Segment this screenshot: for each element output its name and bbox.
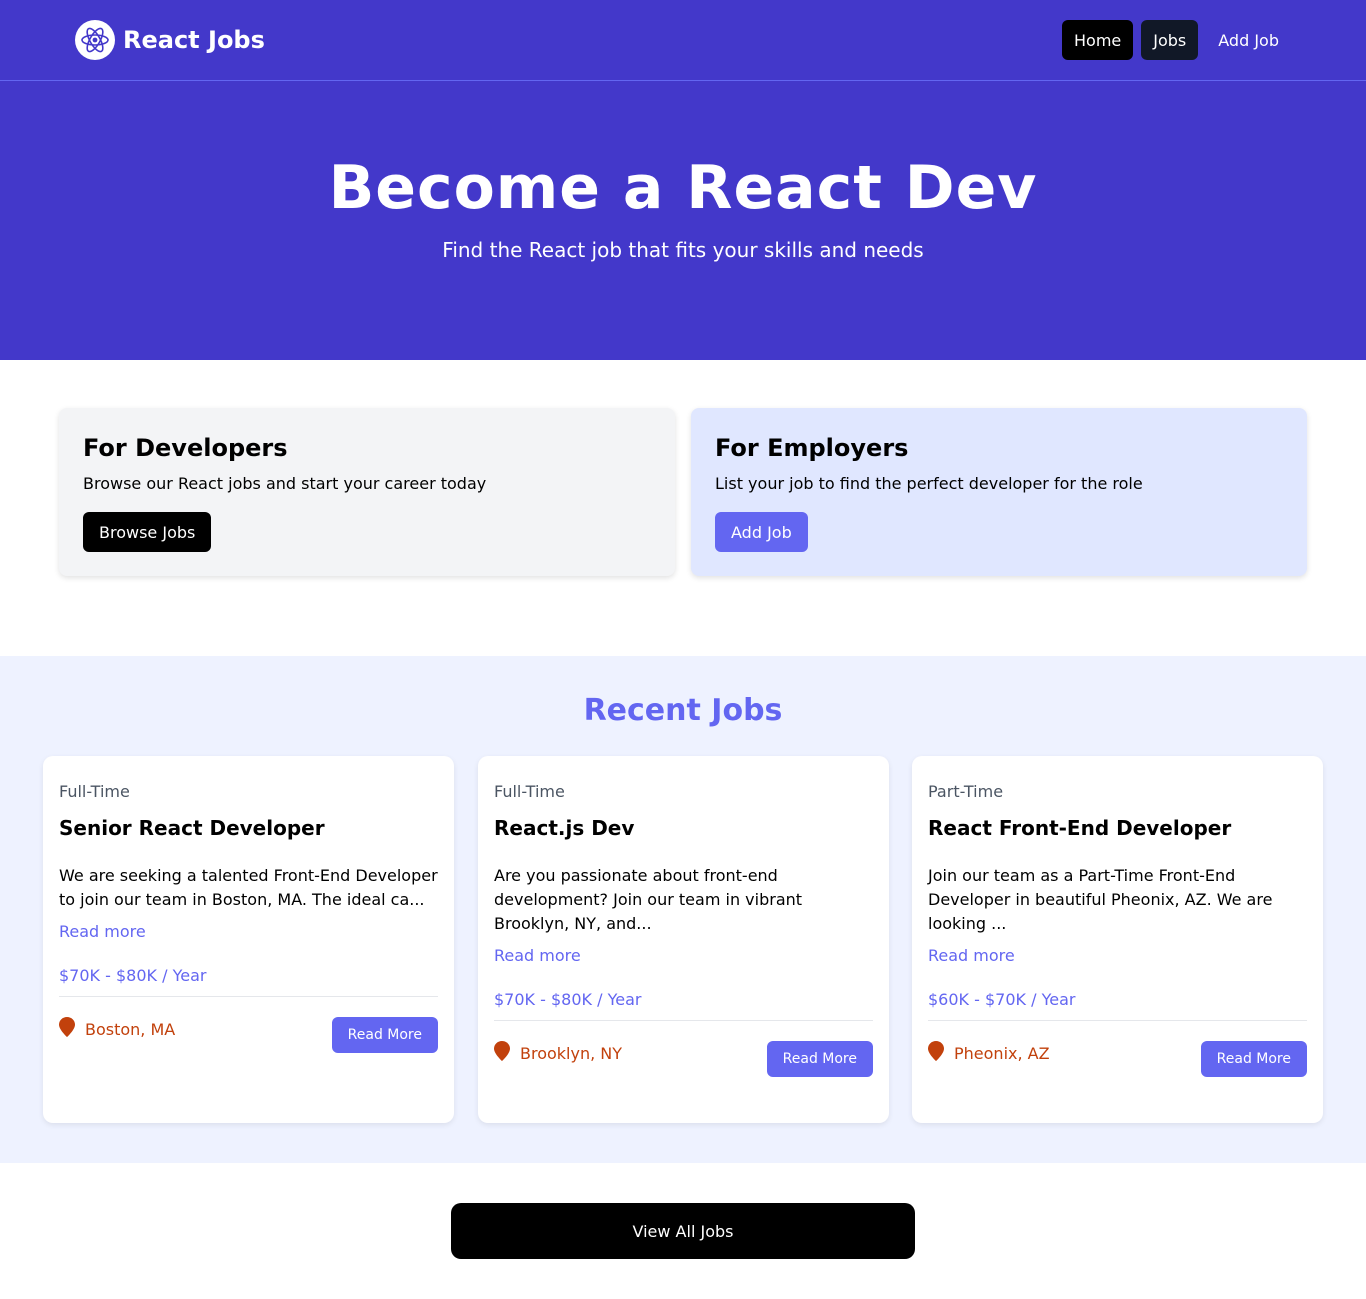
hero-section: Become a React Dev Find the React job th… [0,81,1366,360]
job-location-text: Brooklyn, NY [520,1043,623,1063]
nav-home-link[interactable]: Home [1062,20,1134,60]
view-all-jobs-button[interactable]: View All Jobs [451,1203,915,1259]
job-salary: $70K - $80K / Year [59,966,207,985]
map-marker-icon [928,1041,944,1065]
map-marker-icon [59,1017,75,1041]
developers-card-title: For Developers [83,434,288,462]
nav-links: Home Jobs Add Job [1062,20,1291,60]
brand-name: React Jobs [123,26,265,54]
recent-jobs-section: Recent Jobs Full-Time Senior React Devel… [0,656,1366,1163]
job-type: Full-Time [494,782,565,801]
nav-add-job-link[interactable]: Add Job [1206,20,1291,60]
job-salary: $70K - $80K / Year [494,990,642,1009]
job-location: Pheonix, AZ [928,1041,1050,1065]
job-salary: $60K - $70K / Year [928,990,1076,1009]
add-job-button[interactable]: Add Job [715,512,808,552]
read-more-button[interactable]: Read More [766,1041,873,1077]
divider [494,1020,873,1021]
employers-card: For Employers List your job to find the … [691,408,1307,576]
job-description: Are you passionate about front-end devel… [494,866,803,933]
hero-subtitle: Find the React job that fits your skills… [442,238,924,262]
employers-card-text: List your job to find the perfect develo… [715,474,1143,493]
job-title: React.js Dev [494,816,635,840]
job-type: Full-Time [59,782,130,801]
divider [928,1020,1307,1021]
employers-card-title: For Employers [715,434,909,462]
nav-jobs-link[interactable]: Jobs [1141,20,1199,60]
job-title: React Front-End Developer [928,816,1232,840]
divider [59,996,438,997]
brand-link[interactable]: React Jobs [75,20,265,60]
job-description: We are seeking a talented Front-End Deve… [59,866,438,909]
job-location: Boston, MA [59,1017,175,1041]
job-type: Part-Time [928,782,1004,801]
job-location-text: Boston, MA [85,1019,176,1039]
job-card: Part-Time React Front-End Developer Join… [912,756,1323,1123]
read-more-link[interactable]: Read more [59,920,438,944]
home-cards: For Developers Browse our React jobs and… [59,408,1307,576]
hero-title: Become a React Dev [328,153,1038,223]
developers-card-text: Browse our React jobs and start your car… [83,474,487,493]
developers-card: For Developers Browse our React jobs and… [59,408,675,576]
job-location-text: Pheonix, AZ [954,1043,1050,1063]
job-card: Full-Time Senior React Developer We are … [43,756,454,1123]
browse-jobs-button[interactable]: Browse Jobs [83,512,212,552]
top-navbar: React Jobs Home Jobs Add Job [0,0,1366,81]
read-more-link[interactable]: Read more [494,944,873,968]
job-description: Join our team as a Part-Time Front-End D… [928,866,1273,933]
read-more-button[interactable]: Read More [1200,1041,1307,1077]
job-location: Brooklyn, NY [494,1041,622,1065]
recent-jobs-title: Recent Jobs [583,693,783,728]
job-card: Full-Time React.js Dev Are you passionat… [478,756,889,1123]
react-atom-icon [75,20,115,60]
read-more-button[interactable]: Read More [331,1017,438,1053]
job-title: Senior React Developer [59,816,325,840]
map-marker-icon [494,1041,510,1065]
read-more-link[interactable]: Read more [928,944,1307,968]
